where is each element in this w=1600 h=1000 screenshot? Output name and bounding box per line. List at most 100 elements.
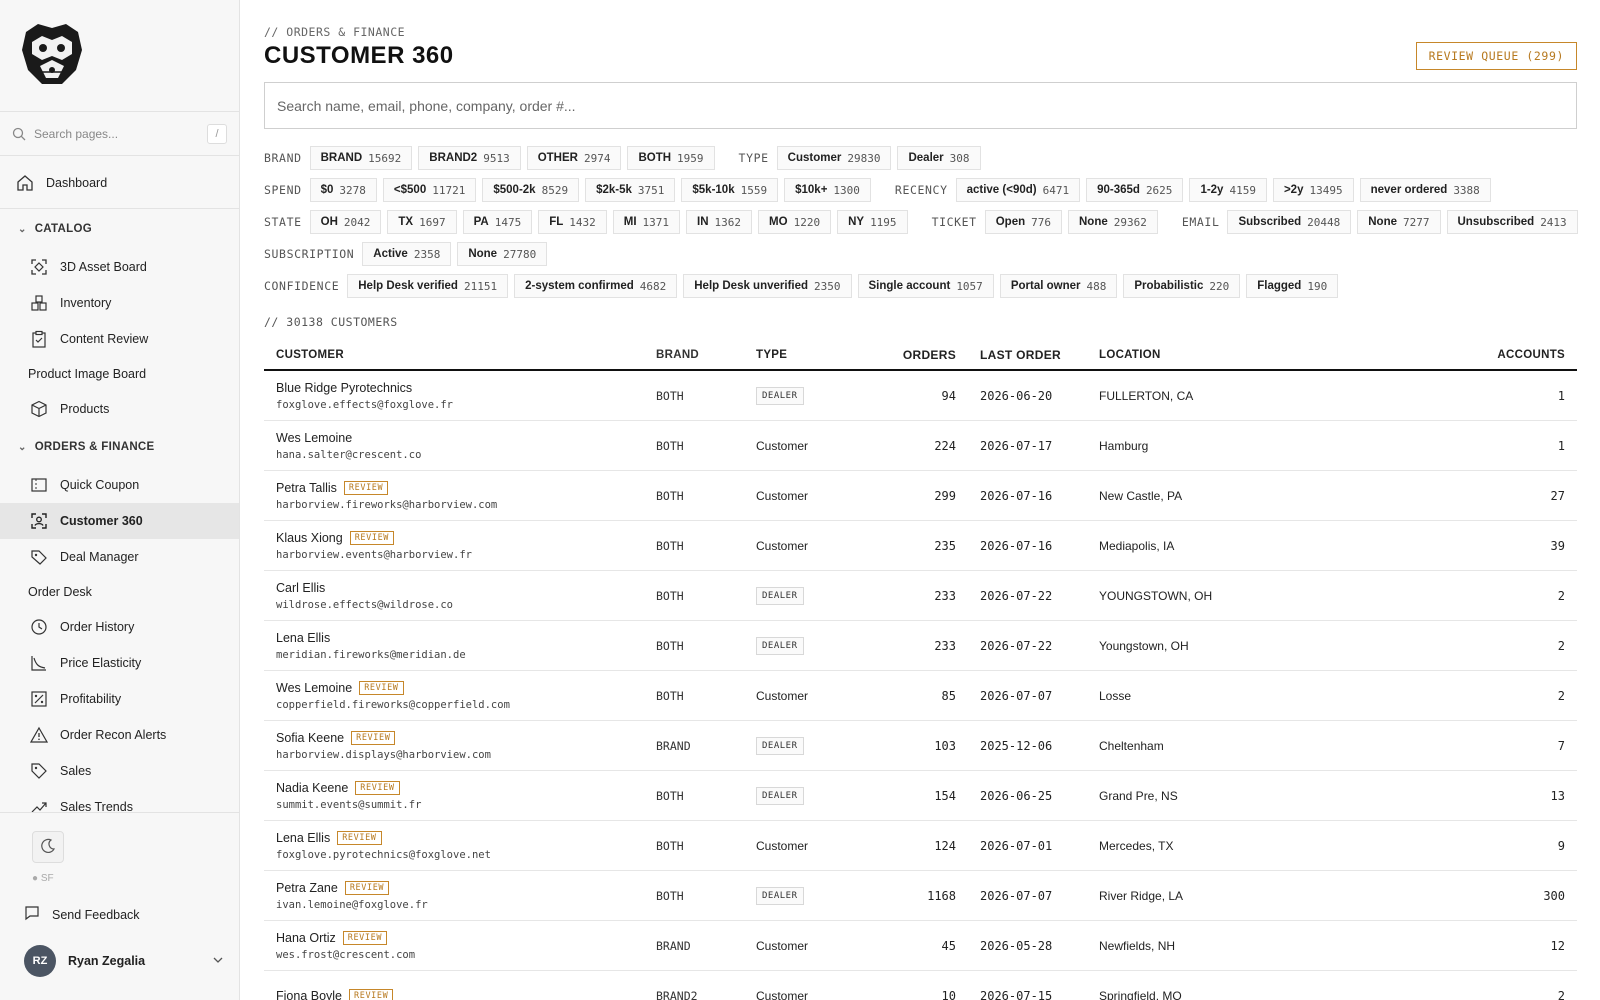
filter-chip-brand-brand2[interactable]: BRAND2 9513 [418,146,521,170]
send-feedback-button[interactable]: Send Feedback [24,905,140,924]
sidebar-item-customer-360[interactable]: Customer 360 [0,503,239,539]
sidebar-item-inventory[interactable]: Inventory [0,285,239,321]
column-header-customer[interactable]: CUSTOMER [264,349,656,361]
filter-chip-recency-active-90d[interactable]: active (<90d) 6471 [955,178,1081,202]
filter-chip-confidence-single-account[interactable]: Single account 1057 [857,274,994,298]
filter-chip-recency-2y[interactable]: >2y 13495 [1272,178,1354,202]
section-orders-finance[interactable]: ⌄ ORDERS & FINANCE [0,427,239,467]
customer-search-input[interactable]: Search name, email, phone, company, orde… [264,82,1577,129]
sidebar-item-label: Deal Manager [60,550,139,564]
sidebar-item-profitability[interactable]: Profitability [0,681,239,717]
table-row[interactable]: Petra Tallis REVIEW harborview.fireworks@h… [264,471,1577,521]
filter-chip-type-customer[interactable]: Customer 29830 [776,146,892,170]
customer-name[interactable]: Petra Zane [276,881,338,895]
filter-chip-type-dealer[interactable]: Dealer 308 [897,146,981,170]
filter-chip-spend-2k-5k[interactable]: $2k-5k 3751 [585,178,676,202]
column-header-location[interactable]: LOCATION [1099,349,1457,361]
table-row[interactable]: Fiona Boyle REVIEW BRAND2 Customer 10 2026-07… [264,971,1577,1000]
filter-chip-ticket-none[interactable]: None 29362 [1067,210,1158,234]
table-row[interactable]: Wes Lemoine hana.salter@crescent.co BOTH Cu… [264,421,1577,471]
filter-chip-confidence-portal-owner[interactable]: Portal owner 488 [999,274,1118,298]
filter-chip-state-pa[interactable]: PA 1475 [462,210,533,234]
customer-name[interactable]: Wes Lemoine [276,431,352,445]
table-row[interactable]: Petra Zane REVIEW ivan.lemoine@foxglove.fr… [264,871,1577,921]
filter-chip-spend-500-2k[interactable]: $500-2k 8529 [482,178,580,202]
column-header-type[interactable]: TYPE [756,349,876,361]
filter-chip-recency-1-2y[interactable]: 1-2y 4159 [1189,178,1267,202]
filter-chip-confidence-flagged[interactable]: Flagged 190 [1246,274,1339,298]
sidebar-item-sales[interactable]: Sales [0,753,239,789]
customer-name[interactable]: Carl Ellis [276,581,325,595]
filter-chip-spend-500[interactable]: <$500 11721 [382,178,477,202]
filter-chip-email-none[interactable]: None 7277 [1357,210,1441,234]
filter-chip-spend-0[interactable]: $0 3278 [309,178,377,202]
column-header-last-order[interactable]: LAST ORDER [956,348,1099,362]
table-row[interactable]: Klaus Xiong REVIEW harborview.events@harbo… [264,521,1577,571]
customer-name[interactable]: Sofia Keene [276,731,344,745]
table-row[interactable]: Sofia Keene REVIEW harborview.displays@har… [264,721,1577,771]
filter-chip-brand-brand[interactable]: BRAND 15692 [309,146,413,170]
filter-chip-count: 1300 [833,183,860,197]
filter-chip-recency-90-365d[interactable]: 90-365d 2625 [1086,178,1184,202]
table-row[interactable]: Hana Ortiz REVIEW wes.frost@crescent.com BR… [264,921,1577,971]
column-header-brand[interactable]: BRAND [656,349,756,361]
section-catalog[interactable]: ⌄ CATALOG [0,209,239,249]
customer-name[interactable]: Fiona Boyle [276,989,342,1000]
customer-name[interactable]: Nadia Keene [276,781,348,795]
sidebar-item-3d-asset-board[interactable]: 3D Asset Board [0,249,239,285]
filter-chip-state-fl[interactable]: FL 1432 [538,210,607,234]
customer-name[interactable]: Lena Ellis [276,631,330,645]
sidebar-item-deal-manager[interactable]: Deal Manager [0,539,239,575]
table-row[interactable]: Nadia Keene REVIEW summit.events@summit.fr… [264,771,1577,821]
sidebar-item-order-recon-alerts[interactable]: Order Recon Alerts [0,717,239,753]
table-row[interactable]: Blue Ridge Pyrotechnics foxglove.effects@… [264,371,1577,421]
sidebar-item-content-review[interactable]: Content Review [0,321,239,357]
filter-chip-state-tx[interactable]: TX 1697 [387,210,457,234]
customer-name[interactable]: Hana Ortiz [276,931,336,945]
filter-chip-recency-never-ordered[interactable]: never ordered 3388 [1359,178,1491,202]
filter-chip-state-mo[interactable]: MO 1220 [758,210,832,234]
column-header-accounts[interactable]: ACCOUNTS [1457,349,1577,361]
filter-chip-confidence-help-desk-unverified[interactable]: Help Desk unverified 2350 [683,274,852,298]
filter-chip-email-subscribed[interactable]: Subscribed 20448 [1227,210,1352,234]
sidebar-item-dashboard[interactable]: Dashboard [0,157,239,209]
filter-chip-state-oh[interactable]: OH 2042 [309,210,382,234]
review-queue-button[interactable]: REVIEW QUEUE (299) [1415,42,1577,70]
user-menu[interactable]: RZ Ryan Zegalia [24,945,224,977]
table-row[interactable]: Carl Ellis wildrose.effects@wildrose.co BO… [264,571,1577,621]
filter-chip-state-mi[interactable]: MI 1371 [612,210,681,234]
filter-chip-email-unsubscribed[interactable]: Unsubscribed 2413 [1446,210,1578,234]
sidebar-item-product-image-board[interactable]: Product Image Board [0,357,239,391]
table-row[interactable]: Lena Ellis meridian.fireworks@meridian.de… [264,621,1577,671]
sidebar-item-order-desk[interactable]: Order Desk [0,575,239,609]
filter-chip-confidence-probabilistic[interactable]: Probabilistic 220 [1123,274,1241,298]
sidebar-item-sales-trends[interactable]: Sales Trends [0,789,239,812]
column-header-orders[interactable]: ORDERS [876,348,956,362]
filter-chip-state-in[interactable]: IN 1362 [686,210,753,234]
filter-chip-ticket-open[interactable]: Open 776 [984,210,1062,234]
filter-chip-brand-both[interactable]: BOTH 1959 [627,146,715,170]
customer-name[interactable]: Petra Tallis [276,481,337,495]
filter-chip-subscription-none[interactable]: None 27780 [457,242,548,266]
filter-chip-subscription-active[interactable]: Active 2358 [362,242,452,266]
filter-chip-confidence-2-system-confirmed[interactable]: 2-system confirmed 4682 [514,274,678,298]
filter-chip-spend-5k-10k[interactable]: $5k-10k 1559 [681,178,779,202]
sidebar-item-price-elasticity[interactable]: Price Elasticity [0,645,239,681]
customer-name[interactable]: Klaus Xiong [276,531,343,545]
customer-name[interactable]: Wes Lemoine [276,681,352,695]
table-row[interactable]: Wes Lemoine REVIEW copperfield.fireworks@c… [264,671,1577,721]
customer-name[interactable]: Lena Ellis [276,831,330,845]
customer-name[interactable]: Blue Ridge Pyrotechnics [276,381,412,395]
sidebar-item-quick-coupon[interactable]: Quick Coupon [0,467,239,503]
theme-toggle-button[interactable] [32,831,64,863]
filter-chip-spend-10k[interactable]: $10k+ 1300 [784,178,871,202]
sidebar-item-order-history[interactable]: Order History [0,609,239,645]
brand-logo[interactable] [18,20,86,88]
filter-chip-brand-other[interactable]: OTHER 2974 [526,146,622,170]
page-search[interactable]: Search pages... / [0,112,239,156]
orders-cell: 10 [941,988,956,1000]
filter-chip-confidence-help-desk-verified[interactable]: Help Desk verified 21151 [347,274,509,298]
filter-chip-state-ny[interactable]: NY 1195 [837,210,908,234]
table-row[interactable]: Lena Ellis REVIEW foxglove.pyrotechnics@fo… [264,821,1577,871]
sidebar-item-products[interactable]: Products [0,391,239,427]
